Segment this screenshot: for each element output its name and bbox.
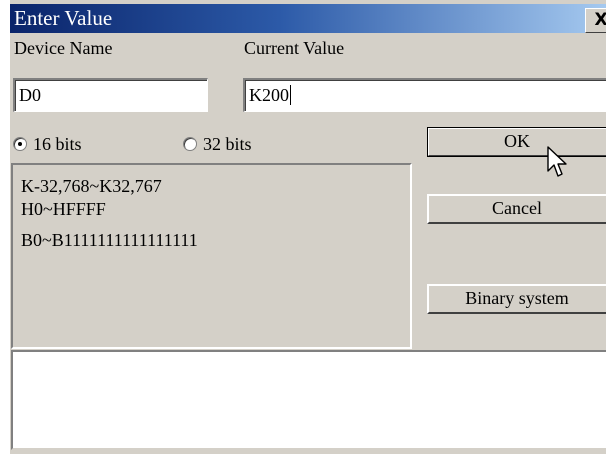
ok-button[interactable]: OK xyxy=(427,127,606,157)
device-name-text: D0 xyxy=(19,85,41,105)
binary-system-button[interactable]: Binary system xyxy=(427,284,606,314)
text-caret xyxy=(290,85,291,105)
radio-16-bits[interactable]: 16 bits xyxy=(13,134,82,154)
current-value-text: K200 xyxy=(249,85,289,105)
value-range-panel: K-32,768~K32,767 H0~HFFFF B0~B1111111111… xyxy=(11,163,412,349)
enter-value-dialog: Enter Value X Device Name Current Value … xyxy=(8,0,606,454)
device-name-input[interactable]: D0 xyxy=(13,78,208,112)
cancel-button[interactable]: Cancel xyxy=(427,194,606,224)
radio-16-bits-label: 16 bits xyxy=(33,134,82,154)
radio-16-bits-indicator[interactable] xyxy=(13,137,27,151)
close-button[interactable]: X xyxy=(585,8,606,33)
mouse-pointer-icon xyxy=(547,146,567,177)
current-value-input[interactable]: K200 xyxy=(243,78,606,112)
radio-32-bits[interactable]: 32 bits xyxy=(183,134,252,154)
range-binary: B0~B1111111111111111 xyxy=(21,230,198,250)
current-value-label: Current Value xyxy=(244,38,345,58)
range-decimal: K-32,768~K32,767 xyxy=(21,176,162,196)
device-name-label: Device Name xyxy=(14,38,113,58)
output-area xyxy=(11,350,606,450)
range-hex: H0~HFFFF xyxy=(21,199,106,219)
title-bar[interactable]: Enter Value X xyxy=(10,4,606,33)
cancel-button-label: Cancel xyxy=(492,198,542,218)
ok-button-label: OK xyxy=(504,131,530,151)
radio-32-bits-indicator[interactable] xyxy=(183,137,197,151)
radio-32-bits-label: 32 bits xyxy=(203,134,252,154)
window-title: Enter Value xyxy=(14,6,113,30)
binary-system-button-label: Binary system xyxy=(465,288,569,308)
